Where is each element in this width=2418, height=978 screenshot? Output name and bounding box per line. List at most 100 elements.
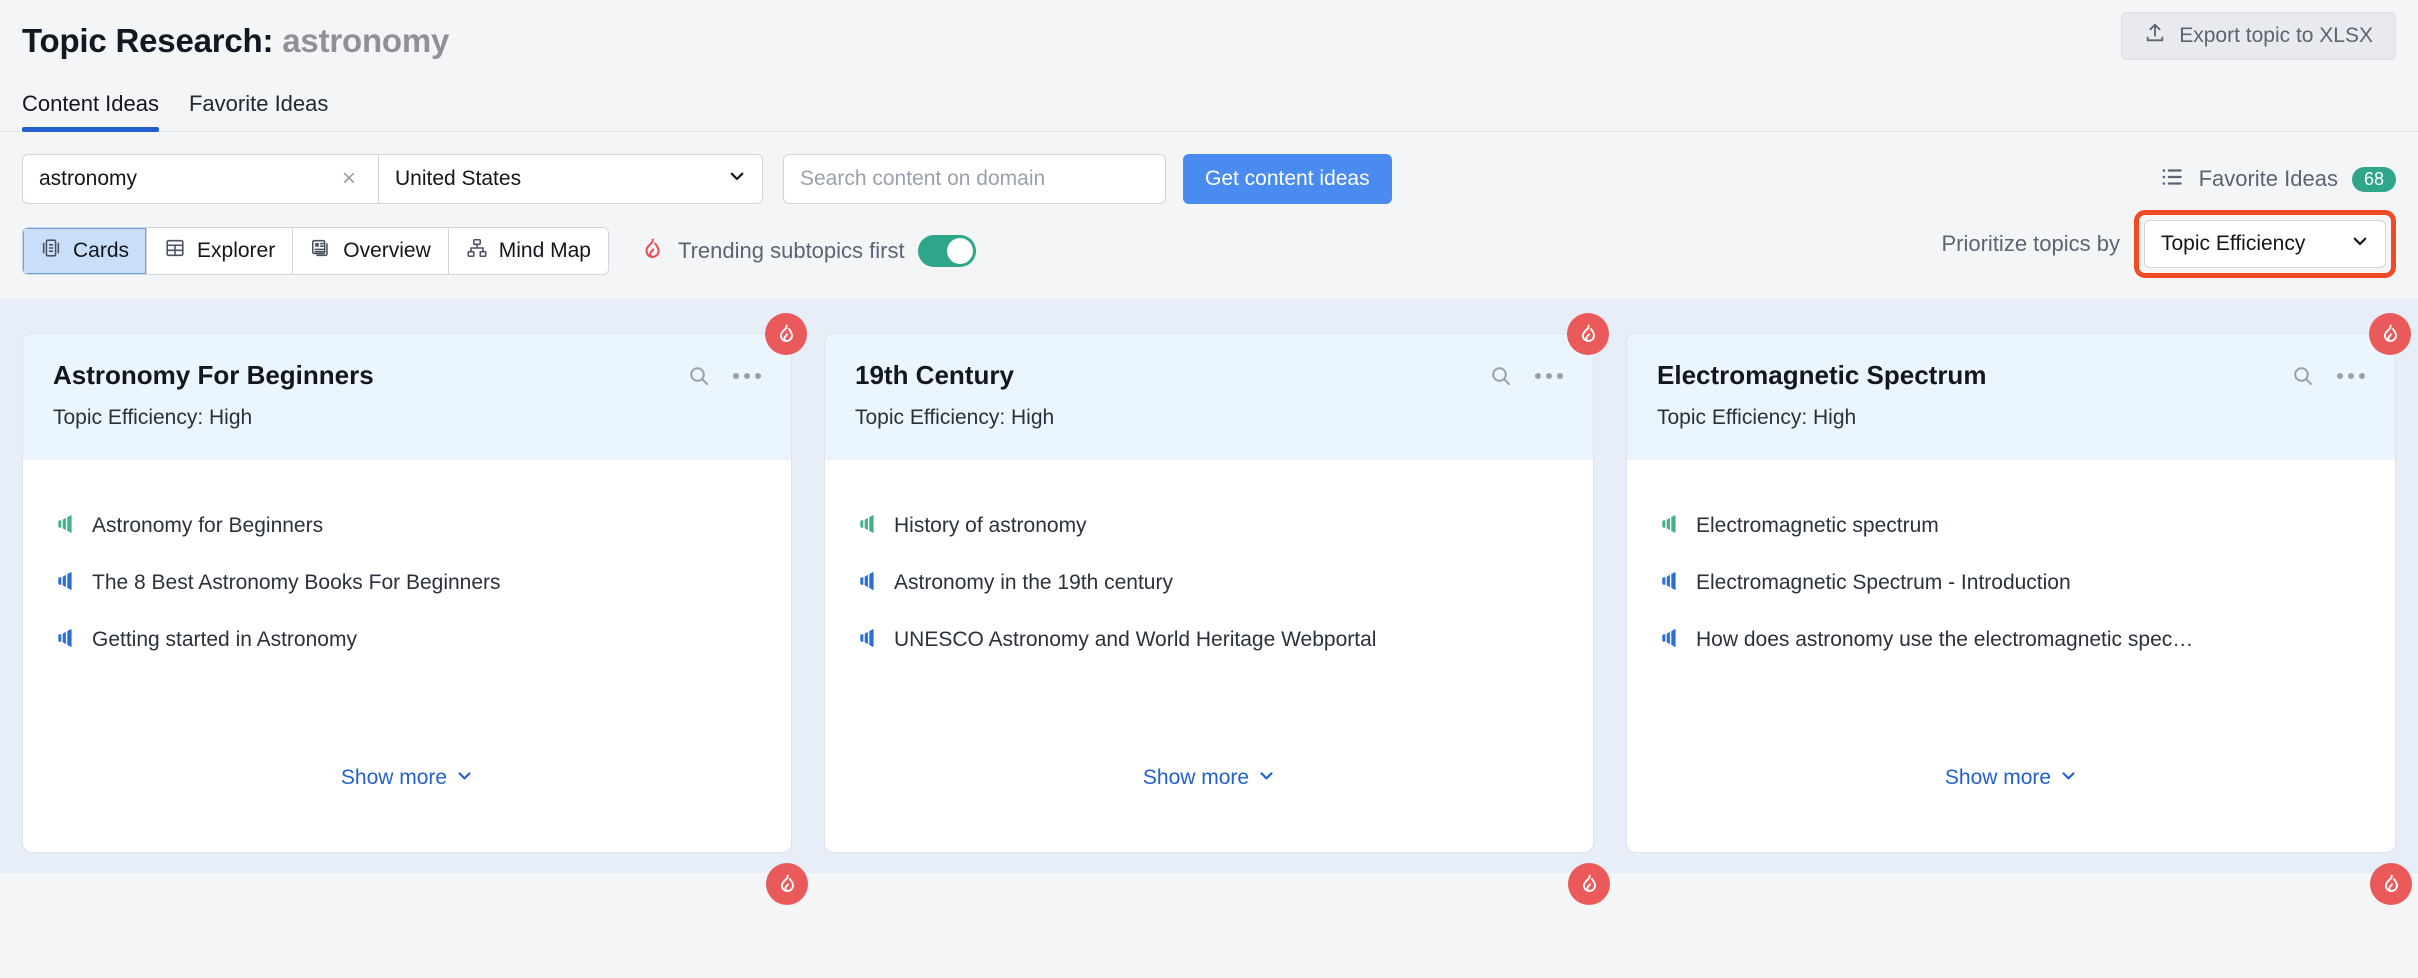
favorite-ideas-count-badge: 68 bbox=[2352, 167, 2396, 192]
table-icon bbox=[164, 237, 186, 265]
trending-badge-icon[interactable] bbox=[2370, 863, 2412, 905]
export-topic-button[interactable]: Export topic to XLSX bbox=[2121, 12, 2396, 60]
megaphone-icon bbox=[53, 626, 77, 655]
list-item[interactable]: Electromagnetic spectrum bbox=[1657, 507, 2365, 545]
tab-content-ideas-label: Content Ideas bbox=[22, 91, 159, 116]
view-toolbar: Cards Explorer Overview bbox=[0, 204, 2418, 282]
card-footer: Show more bbox=[23, 766, 791, 790]
topic-card[interactable]: Astronomy For Beginners Topic Efficiency… bbox=[22, 333, 792, 853]
tab-content-ideas[interactable]: Content Ideas bbox=[22, 91, 159, 131]
megaphone-icon bbox=[855, 512, 879, 541]
card-header: Astronomy For Beginners Topic Efficiency… bbox=[23, 334, 791, 460]
topic-card[interactable]: 19th Century Topic Efficiency: High bbox=[824, 333, 1594, 853]
list-item[interactable]: Electromagnetic Spectrum - Introduction bbox=[1657, 564, 2365, 602]
card-subtitle: Topic Efficiency: High bbox=[53, 406, 761, 430]
topic-card[interactable]: Electromagnetic Spectrum Topic Efficienc… bbox=[1626, 333, 2396, 853]
card-footer: Show more bbox=[825, 766, 1593, 790]
list-item-label: How does astronomy use the electromagnet… bbox=[1696, 628, 2193, 652]
show-more-label: Show more bbox=[1945, 766, 2051, 790]
card-title: 19th Century bbox=[855, 360, 1489, 391]
page-title: Topic Research: astronomy bbox=[22, 22, 449, 60]
megaphone-icon bbox=[855, 569, 879, 598]
list-icon bbox=[2159, 164, 2185, 195]
peek-column bbox=[1626, 863, 2396, 893]
show-more-button[interactable]: Show more bbox=[1143, 766, 1275, 790]
card-body: Electromagnetic spectrum Electromagnetic… bbox=[1627, 460, 2395, 766]
trending-badge-icon[interactable] bbox=[1567, 313, 1609, 355]
list-item-label: Astronomy for Beginners bbox=[92, 514, 323, 538]
view-mode-cards[interactable]: Cards bbox=[23, 228, 147, 274]
cards-row: Astronomy For Beginners Topic Efficiency… bbox=[22, 333, 2396, 853]
card-title-row: Electromagnetic Spectrum bbox=[1657, 360, 2365, 391]
list-item[interactable]: History of astronomy bbox=[855, 507, 1563, 545]
country-select-value: United States bbox=[395, 167, 728, 191]
more-options-icon[interactable] bbox=[733, 373, 761, 379]
show-more-label: Show more bbox=[341, 766, 447, 790]
list-item[interactable]: UNESCO Astronomy and World Heritage Webp… bbox=[855, 621, 1563, 659]
list-item[interactable]: How does astronomy use the electromagnet… bbox=[1657, 621, 2365, 659]
view-mode-explorer-label: Explorer bbox=[197, 239, 275, 263]
card-body: Astronomy for Beginners The 8 Best Astro… bbox=[23, 460, 791, 766]
list-item[interactable]: Astronomy for Beginners bbox=[53, 507, 761, 545]
prioritize-select-value: Topic Efficiency bbox=[2161, 232, 2333, 256]
megaphone-icon bbox=[1657, 512, 1681, 541]
trending-subtopics-control: Trending subtopics first bbox=[639, 235, 976, 267]
more-options-icon[interactable] bbox=[2337, 373, 2365, 379]
peek-column bbox=[824, 863, 1594, 893]
chevron-down-icon bbox=[456, 766, 473, 790]
clear-icon[interactable]: × bbox=[336, 167, 362, 191]
prioritize-select[interactable]: Topic Efficiency bbox=[2144, 220, 2386, 268]
chevron-down-icon bbox=[1258, 766, 1275, 790]
export-topic-label: Export topic to XLSX bbox=[2179, 24, 2373, 48]
list-item[interactable]: Getting started in Astronomy bbox=[53, 621, 761, 659]
prioritize-highlight-ring: Topic Efficiency bbox=[2134, 210, 2396, 278]
more-options-icon[interactable] bbox=[1535, 373, 1563, 379]
show-more-label: Show more bbox=[1143, 766, 1249, 790]
megaphone-icon bbox=[1657, 569, 1681, 598]
domain-search-input[interactable]: Search content on domain bbox=[783, 154, 1166, 204]
view-mode-mind-map[interactable]: Mind Map bbox=[449, 228, 608, 274]
megaphone-icon bbox=[855, 626, 879, 655]
tab-favorite-ideas[interactable]: Favorite Ideas bbox=[189, 91, 328, 131]
list-item-label: History of astronomy bbox=[894, 514, 1087, 538]
domain-search-placeholder: Search content on domain bbox=[800, 167, 1045, 191]
megaphone-icon bbox=[53, 512, 77, 541]
show-more-button[interactable]: Show more bbox=[1945, 766, 2077, 790]
trending-badge-icon[interactable] bbox=[2369, 313, 2411, 355]
show-more-button[interactable]: Show more bbox=[341, 766, 473, 790]
list-item-label: Astronomy in the 19th century bbox=[894, 571, 1173, 595]
card-actions bbox=[1489, 360, 1563, 388]
keyword-input[interactable]: astronomy × bbox=[23, 155, 378, 203]
prioritize-control: Prioritize topics by Topic Efficiency bbox=[1941, 220, 2396, 268]
favorite-ideas-link[interactable]: Favorite Ideas 68 bbox=[2159, 154, 2396, 204]
favorite-ideas-label: Favorite Ideas bbox=[2199, 166, 2338, 192]
trending-badge-icon[interactable] bbox=[766, 863, 808, 905]
country-select[interactable]: United States bbox=[379, 155, 762, 203]
search-icon[interactable] bbox=[1489, 364, 1513, 388]
megaphone-icon bbox=[53, 569, 77, 598]
get-content-ideas-button[interactable]: Get content ideas bbox=[1183, 154, 1392, 204]
trending-badge-icon[interactable] bbox=[1568, 863, 1610, 905]
trending-subtopics-toggle[interactable] bbox=[918, 235, 976, 267]
search-icon[interactable] bbox=[687, 364, 711, 388]
card-title-row: Astronomy For Beginners bbox=[53, 360, 761, 391]
card-actions bbox=[687, 360, 761, 388]
chevron-down-icon bbox=[2351, 232, 2369, 256]
search-icon[interactable] bbox=[2291, 364, 2315, 388]
list-item-label: The 8 Best Astronomy Books For Beginners bbox=[92, 571, 501, 595]
card-header: Electromagnetic Spectrum Topic Efficienc… bbox=[1627, 334, 2395, 460]
view-mode-overview[interactable]: Overview bbox=[293, 228, 449, 274]
list-item[interactable]: Astronomy in the 19th century bbox=[855, 564, 1563, 602]
list-item[interactable]: The 8 Best Astronomy Books For Beginners bbox=[53, 564, 761, 602]
list-item-label: Electromagnetic Spectrum - Introduction bbox=[1696, 571, 2071, 595]
list-item-label: Getting started in Astronomy bbox=[92, 628, 357, 652]
keyword-input-value: astronomy bbox=[39, 167, 336, 191]
card-actions bbox=[2291, 360, 2365, 388]
trending-badge-icon[interactable] bbox=[765, 313, 807, 355]
get-content-ideas-label: Get content ideas bbox=[1205, 167, 1370, 191]
view-mode-cards-label: Cards bbox=[73, 239, 129, 263]
card-title: Electromagnetic Spectrum bbox=[1657, 360, 2291, 391]
view-mode-explorer[interactable]: Explorer bbox=[147, 228, 293, 274]
search-toolbar: astronomy × United States Search content… bbox=[0, 132, 2418, 204]
chevron-down-icon bbox=[2060, 766, 2077, 790]
